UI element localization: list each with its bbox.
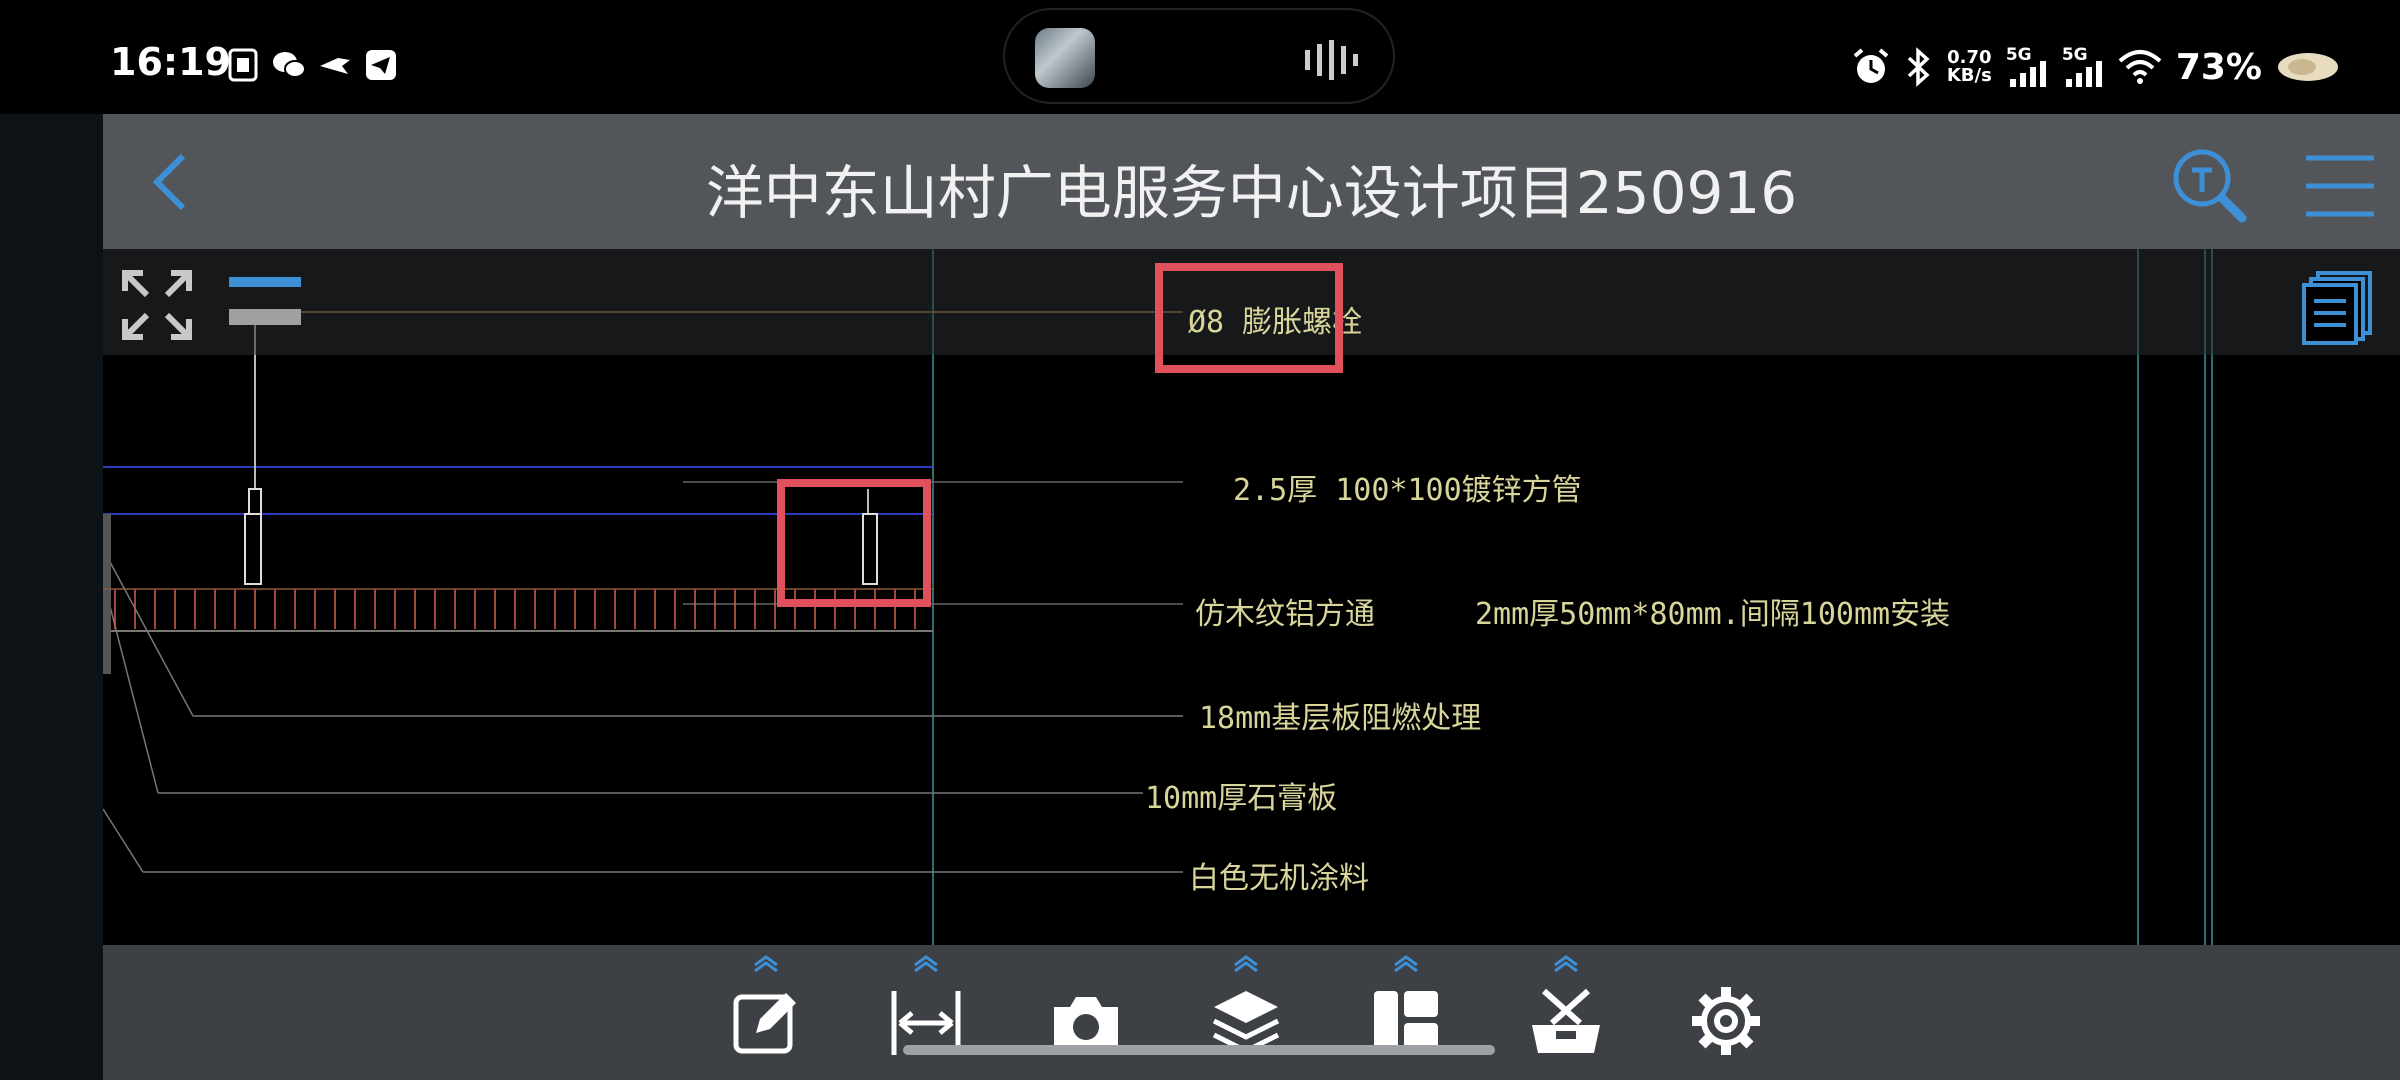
bottom-toolbar [103,945,2400,1080]
layers-tool-button[interactable] [1196,945,1296,1080]
label-gypsum: 10mm厚石膏板 [1145,781,1338,816]
app-header: 洋中东山村广电服务中心设计项目250916 [103,114,2400,249]
page-title: 洋中东山村广电服务中心设计项目250916 [705,159,1798,227]
sheet-list-icon[interactable] [2302,271,2372,345]
layout-tool-button[interactable] [1356,945,1456,1080]
highlight-box-hanger [777,479,931,607]
label-base-board: 18mm基层板阻燃处理 [1199,701,1482,736]
battery-percentage: 73% [2175,46,2262,88]
wechat-icon [273,52,306,78]
music-cover-avatar [1035,28,1095,88]
sim-card-icon [228,48,258,82]
chevron-up-icon [754,955,778,973]
status-icons-right: 0.70 KB/s 5G 5G 73% [1851,42,2340,92]
text-search-icon[interactable] [2170,146,2250,226]
label-aluminum-spec: 2mm厚50mm*80mm.间隔100mm安装 [1475,597,1951,632]
network-speed: 0.70 KB/s [1946,47,1992,86]
layer-toggle-icon[interactable] [227,273,303,333]
toolbox-tool-button[interactable] [1516,945,1616,1080]
audio-wave-icon [1305,40,1358,80]
label-aluminum: 仿木纹铝方通 [1195,597,1375,632]
wifi-icon [2118,50,2162,84]
camera-tool-button[interactable] [1036,945,1136,1080]
menu-icon[interactable] [2300,146,2380,226]
toolbox-icon [1532,988,1600,1053]
bluetooth-icon [1907,47,1930,87]
gear-icon [1692,987,1760,1055]
signal-icon: 5G [2006,45,2048,87]
alarm-icon [1853,48,1889,83]
measure-tool-button[interactable] [876,945,976,1080]
dynamic-island[interactable] [1003,8,1395,104]
status-bar: 16:19 0.70 KB/s 5G 5G 73% [0,0,2400,114]
chevron-up-icon [914,955,938,973]
clock: 16:19 [110,40,231,84]
battery-icon [2278,53,2338,81]
home-indicator[interactable] [903,1045,1495,1055]
settings-tool-button[interactable] [1676,945,1776,1080]
signal-icon-2: 5G [2062,45,2104,87]
chevron-up-icon [1234,955,1258,973]
fullscreen-icon[interactable] [121,269,193,341]
label-tube: 2.5厚 100*100镀锌方管 [1233,473,1582,508]
edit-tool-button[interactable] [716,945,816,1080]
telegram-icon [366,50,396,80]
highlight-box-bolt [1155,263,1343,373]
cad-drawing-canvas[interactable]: Ø8 膨胀螺栓 2.5厚 100*100镀锌方管 仿木纹铝方通 2mm厚50mm… [103,249,2400,945]
pigeon-icon [320,58,350,74]
chevron-up-icon [1554,955,1578,973]
edit-icon [733,993,796,1054]
chevron-up-icon [1394,955,1418,973]
screen-edge [0,0,103,1080]
label-paint: 白色无机涂料 [1189,861,1369,896]
